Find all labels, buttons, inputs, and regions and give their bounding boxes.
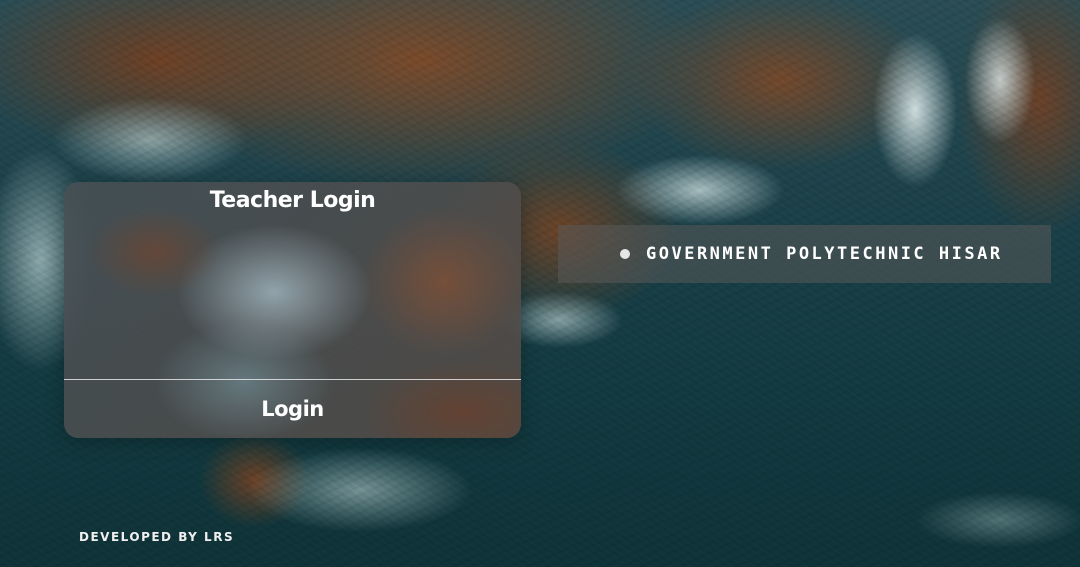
circle-bullet-icon	[620, 249, 630, 259]
card-title: Teacher Login	[209, 188, 376, 213]
login-page: Teacher Login Login GOVERNMENT POLYTECHN…	[0, 0, 1080, 567]
college-name: GOVERNMENT POLYTECHNIC HISAR	[646, 244, 1003, 264]
login-button[interactable]: Login	[64, 380, 521, 438]
teacher-login-card: Teacher Login Login	[64, 182, 521, 438]
developer-credit: DEVELOPED BY LRS	[79, 530, 235, 544]
college-banner: GOVERNMENT POLYTECHNIC HISAR	[558, 225, 1051, 283]
